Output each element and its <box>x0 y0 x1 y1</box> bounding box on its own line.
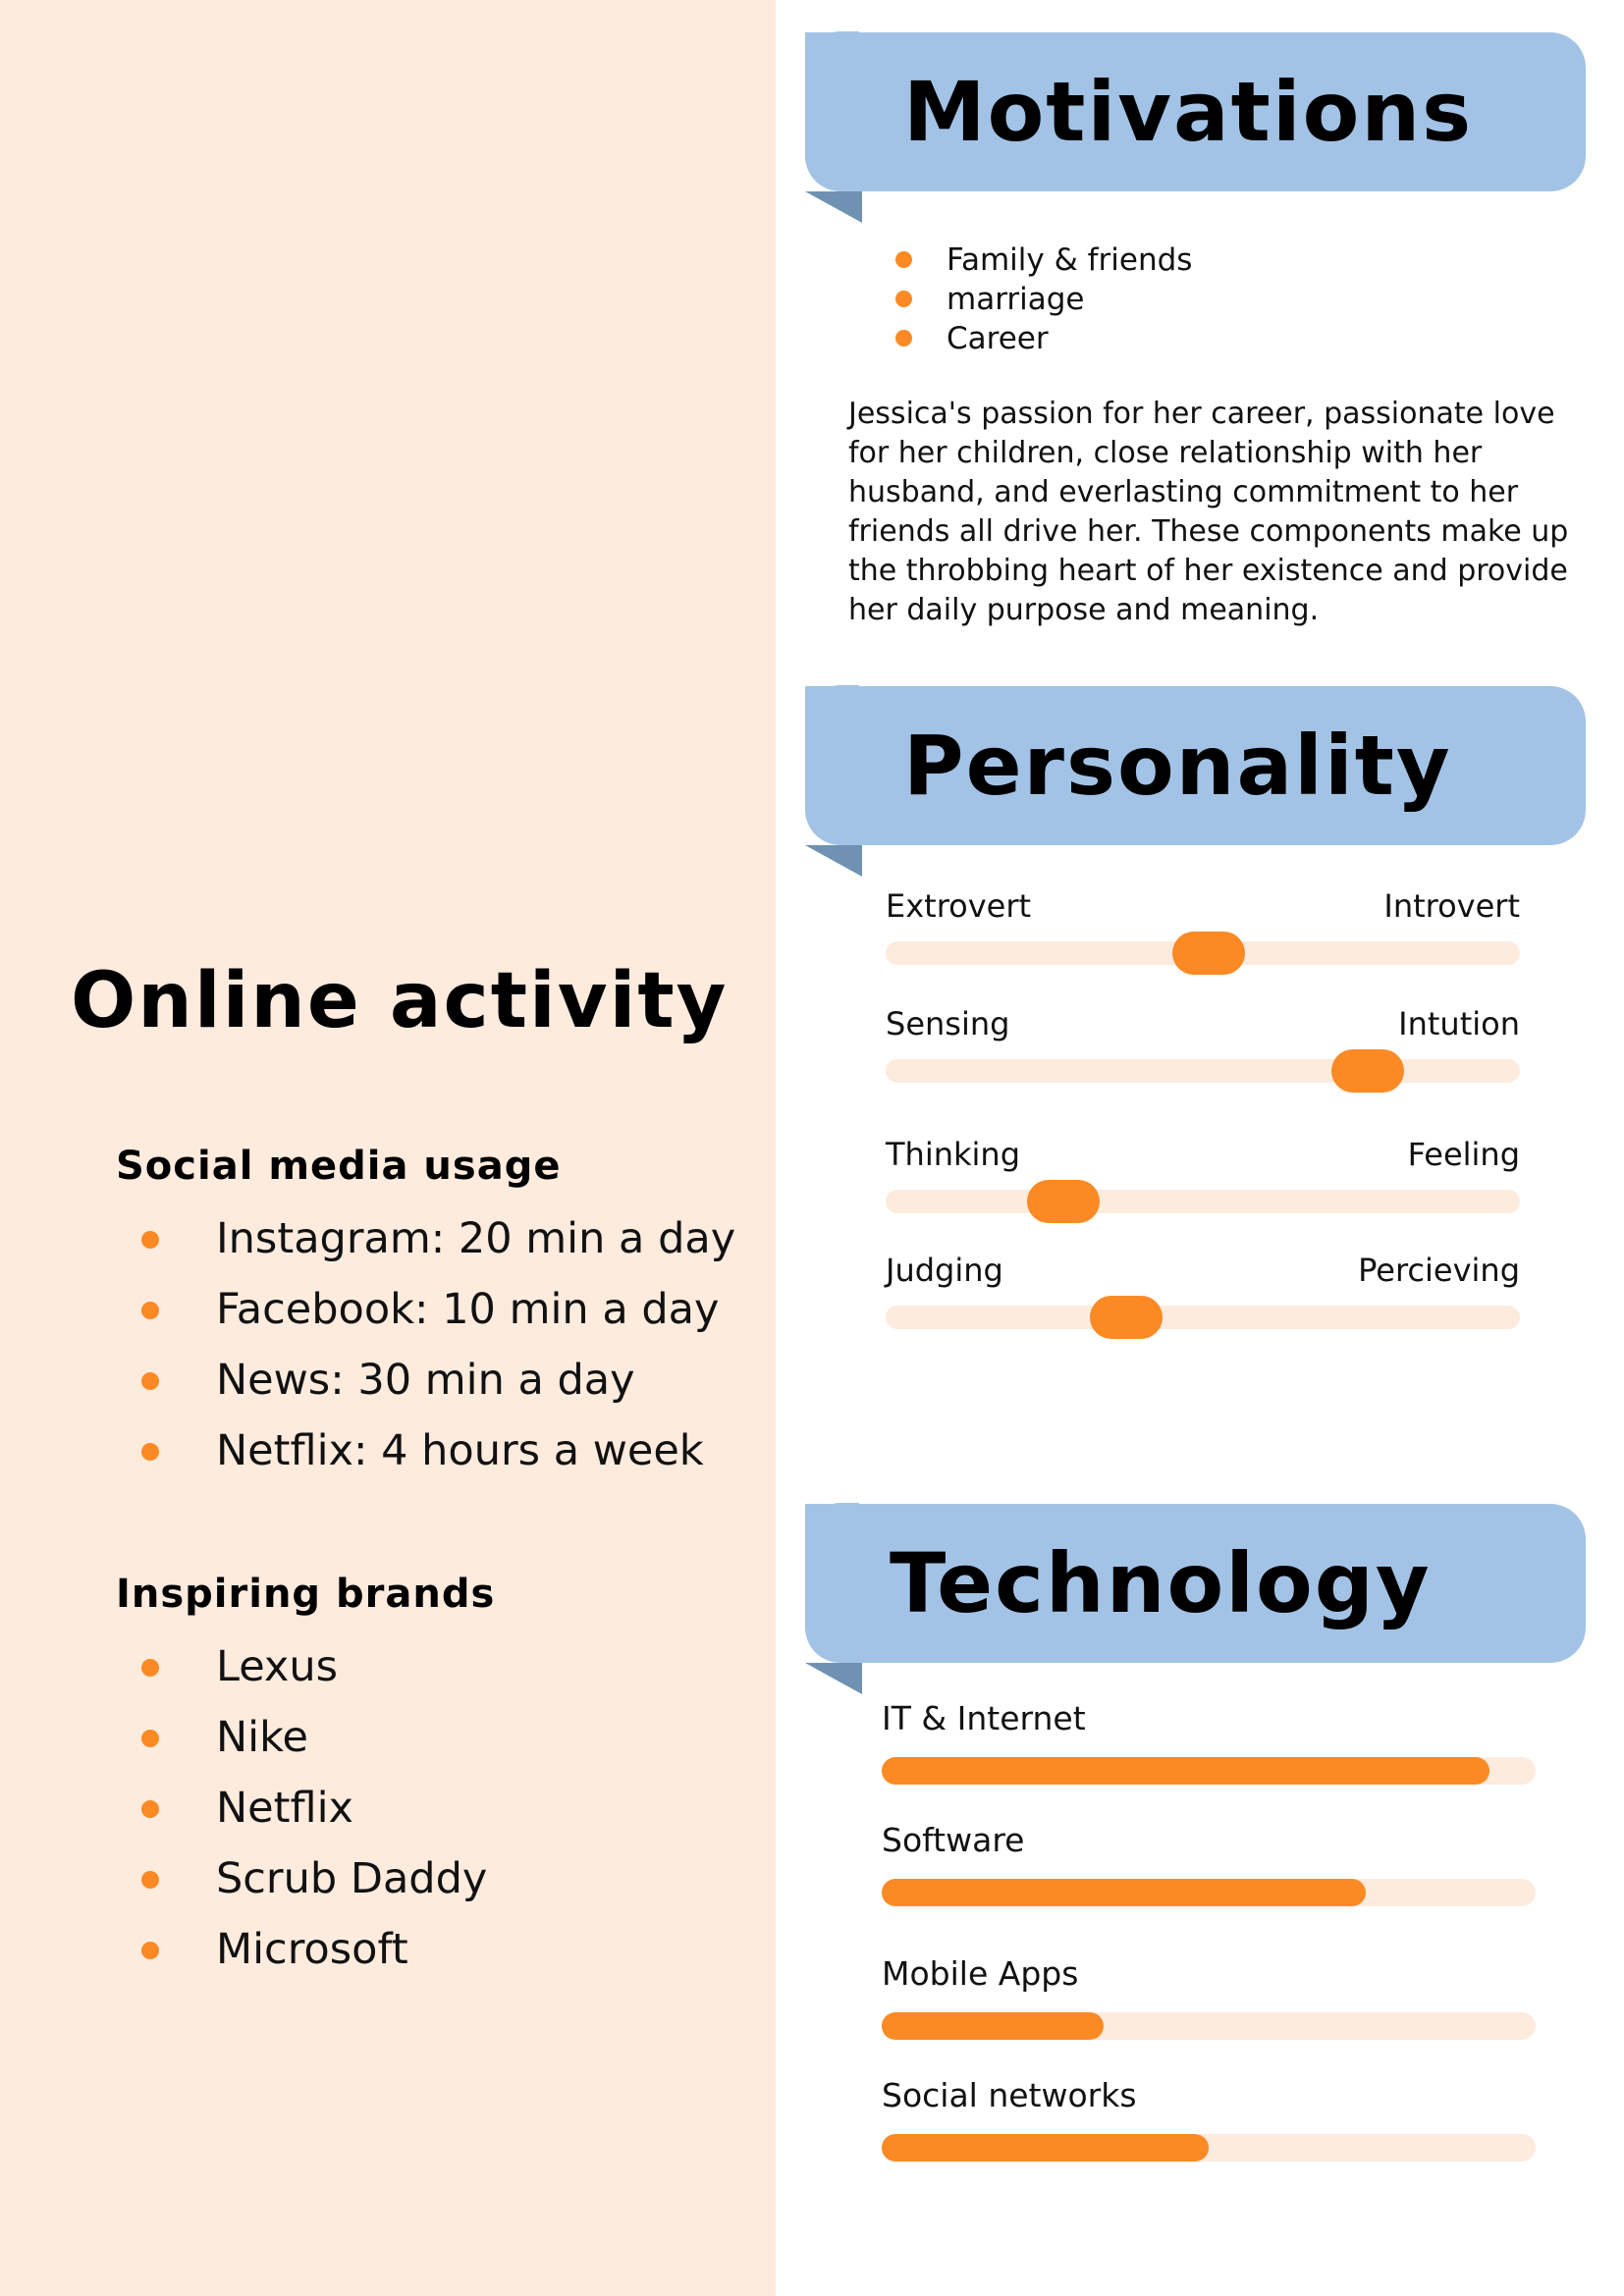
bullet-icon <box>895 330 912 347</box>
bullet-icon <box>141 1871 159 1889</box>
tech-skill-fill <box>882 1757 1490 1785</box>
inspiring-brands-heading: Inspiring brands <box>116 1572 496 1617</box>
bullet-icon <box>141 1942 159 1959</box>
tech-skill-fill <box>882 2134 1209 2162</box>
tech-skill-label: Social networks <box>882 2076 1137 2114</box>
inspiring-brands-list: Lexus Nike Netflix Scrub Daddy Microsoft <box>137 1631 487 1985</box>
tech-skill-track <box>882 2012 1536 2040</box>
tech-skill-track <box>882 2134 1536 2162</box>
ribbon-fold-icon <box>805 845 862 877</box>
ribbon-fold-icon <box>805 1663 862 1694</box>
list-item: Microsoft <box>137 1914 487 1985</box>
list-item: Facebook: 10 min a day <box>137 1274 735 1345</box>
list-item-text: Career <box>947 321 1049 356</box>
trait-slider-track <box>886 932 1520 975</box>
trait-judging-perceiving: Judging Percieving <box>886 1251 1520 1349</box>
trait-slider-knob[interactable] <box>1172 932 1246 975</box>
list-item: Career <box>893 319 1192 358</box>
list-item: marriage <box>893 280 1192 319</box>
trait-left-label: Thinking <box>886 1136 1021 1173</box>
personality-title: Personality <box>903 718 1452 814</box>
bullet-icon <box>141 1302 159 1319</box>
bullet-icon <box>141 1443 159 1461</box>
tech-skill-it-internet: IT & Internet <box>882 1698 1536 1796</box>
list-item: Scrub Daddy <box>137 1843 487 1914</box>
list-item-text: Netflix: 4 hours a week <box>216 1426 704 1475</box>
list-item: Nike <box>137 1702 487 1773</box>
online-activity-title: Online activity <box>71 957 729 1045</box>
bullet-icon <box>895 291 912 307</box>
personality-banner: Personality <box>805 685 1586 877</box>
list-item: Netflix <box>137 1773 487 1843</box>
trait-slider-track <box>886 1180 1520 1223</box>
social-media-heading: Social media usage <box>116 1144 562 1189</box>
list-item-text: Scrub Daddy <box>216 1854 488 1903</box>
trait-slider-knob[interactable] <box>1026 1180 1100 1223</box>
trait-right-label: Intution <box>1398 1005 1520 1042</box>
bullet-icon <box>141 1231 159 1249</box>
list-item-text: Family & friends <box>947 242 1193 278</box>
list-item-text: Microsoft <box>216 1925 408 1974</box>
trait-right-label: Introvert <box>1383 887 1520 925</box>
trait-slider-track <box>886 1049 1520 1093</box>
bullet-icon <box>141 1659 159 1677</box>
list-item-text: Facebook: 10 min a day <box>216 1285 720 1334</box>
tech-skill-track <box>882 1879 1536 1906</box>
motivations-title: Motivations <box>903 64 1474 160</box>
list-item-text: Netflix <box>216 1784 353 1833</box>
technology-banner: Technology <box>805 1503 1586 1694</box>
list-item: Netflix: 4 hours a week <box>137 1415 735 1486</box>
trait-left-label: Sensing <box>886 1005 1010 1042</box>
motivations-list: Family & friends marriage Career <box>893 240 1192 358</box>
list-item-text: marriage <box>947 282 1085 317</box>
list-item: News: 30 min a day <box>137 1345 735 1415</box>
tech-skill-mobile-apps: Mobile Apps <box>882 1953 1536 2052</box>
list-item: Family & friends <box>893 240 1192 280</box>
list-item-text: Nike <box>216 1713 308 1762</box>
tech-skill-track <box>882 1757 1536 1785</box>
ribbon-fold-icon <box>805 191 862 223</box>
trait-thinking-feeling: Thinking Feeling <box>886 1135 1520 1233</box>
bullet-icon <box>895 251 912 268</box>
trait-extrovert-introvert: Extrovert Introvert <box>886 886 1520 985</box>
tech-skill-fill <box>882 2012 1105 2040</box>
trait-right-label: Percieving <box>1358 1252 1520 1289</box>
social-media-list: Instagram: 20 min a day Facebook: 10 min… <box>137 1203 735 1486</box>
technology-title: Technology <box>890 1535 1432 1631</box>
bullet-icon <box>141 1730 159 1747</box>
tech-skill-fill <box>882 1879 1366 1906</box>
trait-left-label: Extrovert <box>886 887 1032 925</box>
trait-left-label: Judging <box>886 1252 1003 1289</box>
bullet-icon <box>141 1372 159 1390</box>
trait-slider-knob[interactable] <box>1330 1049 1404 1093</box>
trait-slider-knob[interactable] <box>1090 1296 1164 1339</box>
list-item-text: Instagram: 20 min a day <box>216 1214 736 1263</box>
tech-skill-label: Software <box>882 1821 1025 1859</box>
trait-slider-track <box>886 1296 1520 1339</box>
tech-skill-label: Mobile Apps <box>882 1954 1079 1993</box>
list-item: Instagram: 20 min a day <box>137 1203 735 1274</box>
tech-skill-label: IT & Internet <box>882 1699 1086 1737</box>
motivations-banner: Motivations <box>805 31 1586 223</box>
trait-right-label: Feeling <box>1407 1136 1520 1173</box>
list-item-text: News: 30 min a day <box>216 1356 635 1405</box>
tech-skill-software: Software <box>882 1820 1536 1918</box>
list-item: Lexus <box>137 1631 487 1702</box>
trait-sensing-intuition: Sensing Intution <box>886 1004 1520 1102</box>
list-item-text: Lexus <box>216 1642 339 1691</box>
motivations-description: Jessica's passion for her career, passio… <box>848 397 1569 627</box>
bullet-icon <box>141 1800 159 1818</box>
tech-skill-social-networks: Social networks <box>882 2075 1536 2173</box>
